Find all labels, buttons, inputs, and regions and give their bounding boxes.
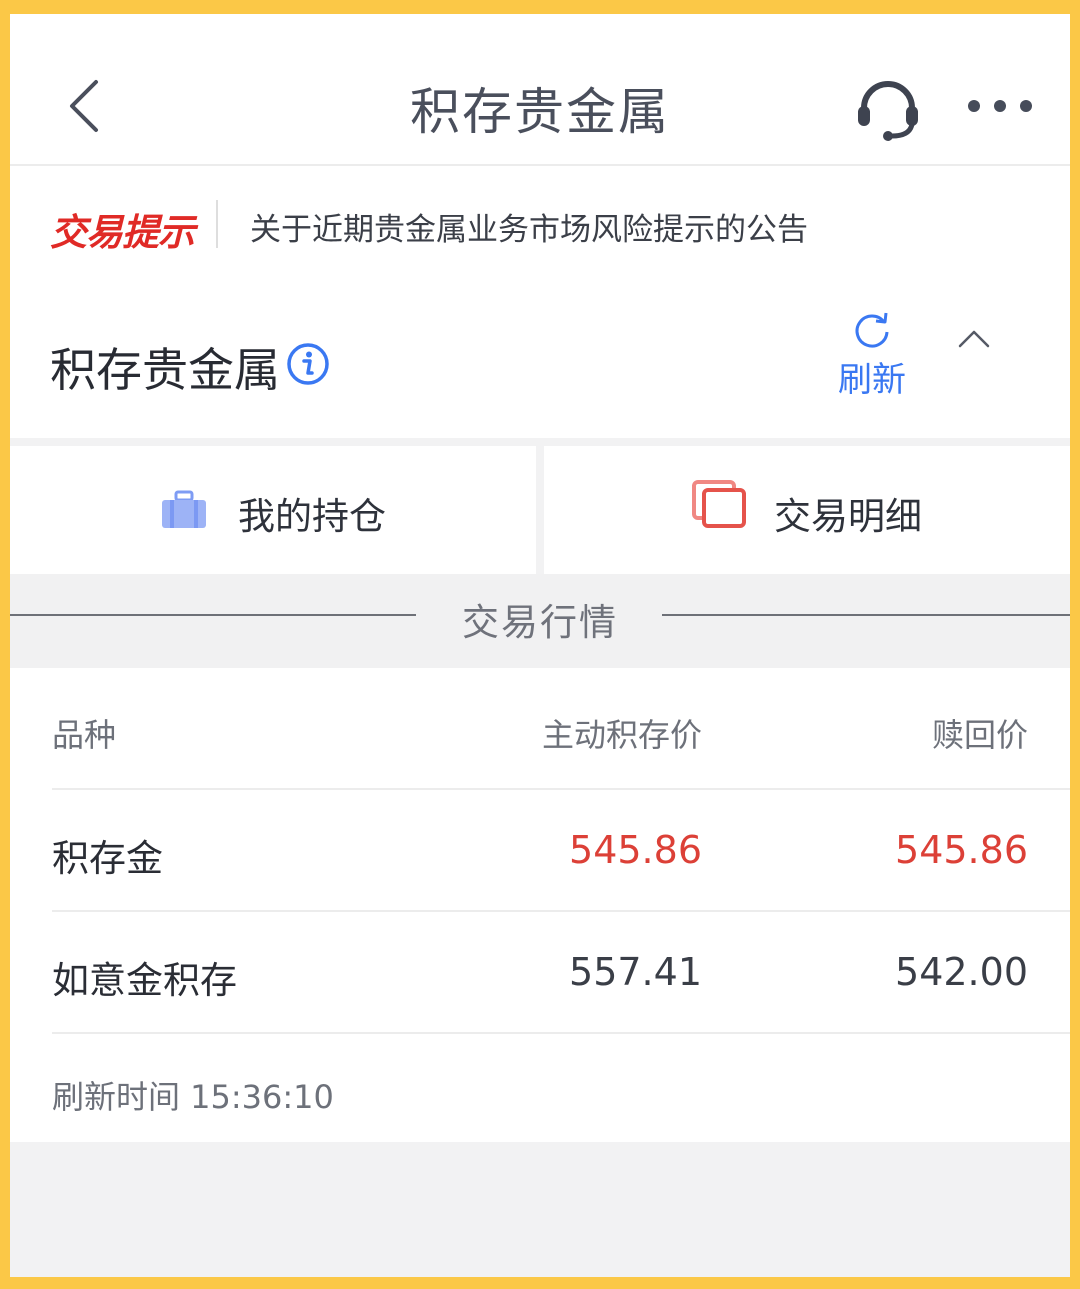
app-screen: 积存贵金属 交易提示 关于近期贵金属业务市场风险提示的公告 积存贵金属 刷新 我… (10, 14, 1070, 1277)
product-name: 积存金 (52, 837, 163, 880)
redeem-price: 542.00 (895, 950, 1028, 994)
buy-price: 545.86 (569, 828, 702, 872)
price-table: 品种 主动积存价 赎回价 积存金 545.86 545.86 如意金积存 557… (10, 668, 1070, 1142)
redeem-price: 545.86 (895, 828, 1028, 872)
info-icon (287, 343, 329, 385)
more-dot-icon (968, 100, 980, 112)
column-header: 赎回价 (931, 716, 1028, 754)
collapse-button[interactable] (954, 326, 994, 350)
table-header: 品种 主动积存价 赎回价 (52, 668, 1070, 790)
heading-line-right (662, 614, 1070, 616)
table-row[interactable]: 如意金积存 557.41 542.00 (52, 912, 1070, 1034)
section-title: 积存贵金属 (50, 343, 280, 397)
product-name: 如意金积存 (52, 959, 237, 1002)
stacked-cards-icon (692, 480, 746, 528)
more-dot-icon (994, 100, 1006, 112)
notice-divider (216, 200, 218, 248)
trade-details-label: 交易明细 (774, 495, 922, 538)
refresh-time: 刷新时间 15:36:10 (52, 1078, 334, 1116)
market-heading-text: 交易行情 (462, 601, 618, 644)
table-row[interactable]: 积存金 545.86 545.86 (52, 790, 1070, 912)
quick-actions: 我的持仓 交易明细 (10, 446, 1070, 574)
refresh-button[interactable]: 刷新 (822, 296, 922, 400)
customer-service-button[interactable] (852, 70, 924, 142)
section-header: 积存贵金属 刷新 (10, 282, 1070, 438)
more-dot-icon (1020, 100, 1032, 112)
my-holdings-label: 我的持仓 (238, 495, 386, 538)
headset-icon (858, 81, 918, 141)
notice-text[interactable]: 关于近期贵金属业务市场风险提示的公告 (250, 204, 808, 249)
refresh-icon (855, 312, 889, 348)
buy-price: 557.41 (569, 950, 702, 994)
market-heading: 交易行情 (10, 574, 1070, 668)
column-header: 品种 (52, 716, 117, 754)
info-button[interactable] (286, 342, 330, 386)
my-holdings-tab[interactable]: 我的持仓 (10, 446, 536, 574)
trade-notice-banner[interactable]: 交易提示 关于近期贵金属业务市场风险提示的公告 (10, 166, 1070, 282)
more-menu-button[interactable] (968, 94, 1032, 118)
trade-details-tab[interactable]: 交易明细 (544, 446, 1070, 574)
briefcase-icon (162, 490, 206, 528)
column-header: 主动积存价 (541, 716, 702, 754)
nav-bar: 积存贵金属 (10, 14, 1070, 166)
notice-tag: 交易提示 (50, 211, 195, 254)
chevron-up-icon (958, 330, 990, 348)
refresh-label: 刷新 (838, 360, 906, 400)
